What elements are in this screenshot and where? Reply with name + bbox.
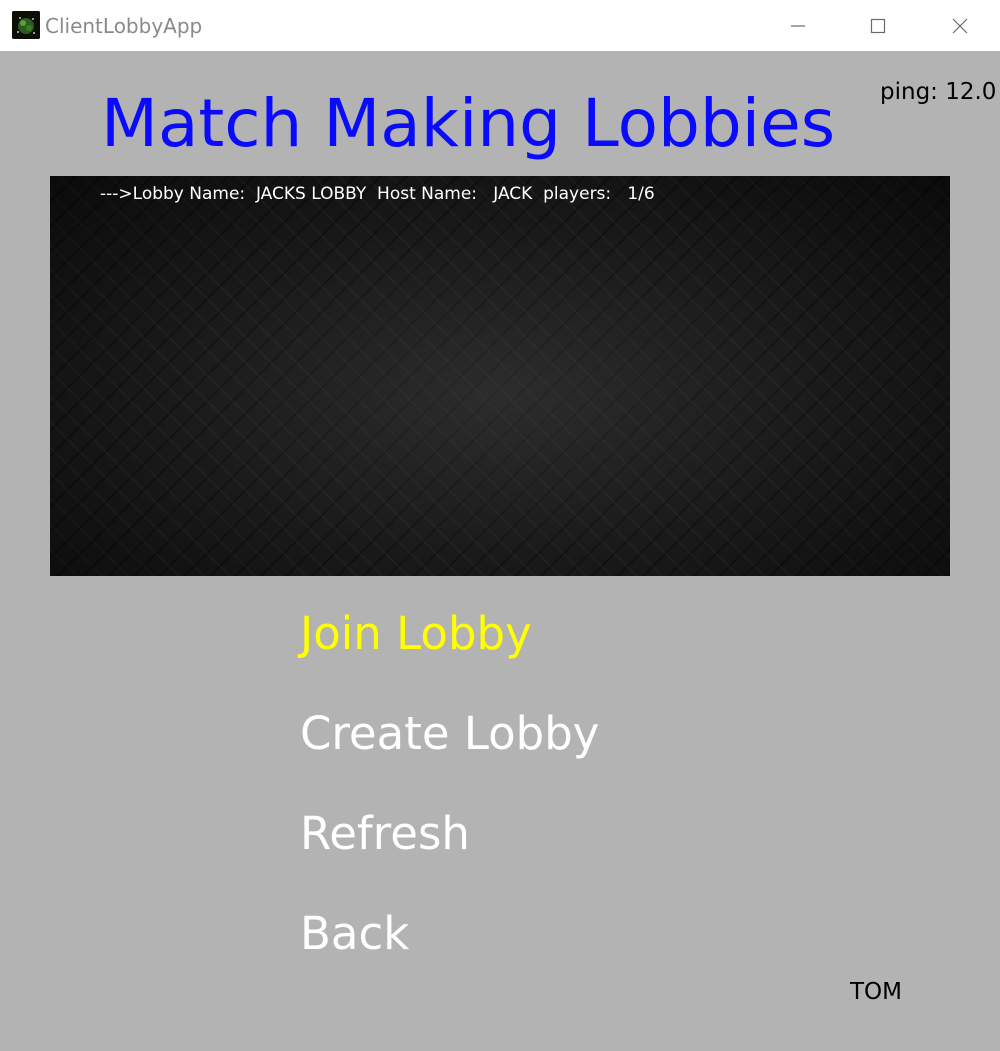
create-lobby-button[interactable]: Create Lobby — [300, 704, 599, 764]
back-button[interactable]: Back — [300, 904, 409, 964]
join-lobby-button[interactable]: Join Lobby — [300, 604, 532, 664]
close-button[interactable] — [920, 0, 1000, 51]
window-title: ClientLobbyApp — [45, 14, 203, 38]
minimize-button[interactable] — [758, 0, 838, 51]
maximize-icon — [870, 18, 886, 33]
lobby-list-item[interactable]: --->Lobby Name: JACKS LOBBY Host Name: J… — [100, 182, 655, 206]
page-title: Match Making Lobbies — [101, 85, 836, 162]
minimize-icon — [791, 24, 805, 27]
close-icon — [952, 18, 968, 33]
title-bar[interactable]: ClientLobbyApp — [0, 0, 1000, 51]
ping-readout: ping: 12.0 — [880, 79, 997, 105]
current-username: TOM — [850, 979, 902, 1005]
refresh-button[interactable]: Refresh — [300, 804, 470, 864]
maximize-button[interactable] — [838, 0, 918, 51]
lobby-list-panel[interactable]: --->Lobby Name: JACKS LOBBY Host Name: J… — [50, 176, 950, 576]
app-logo-icon — [12, 11, 40, 39]
